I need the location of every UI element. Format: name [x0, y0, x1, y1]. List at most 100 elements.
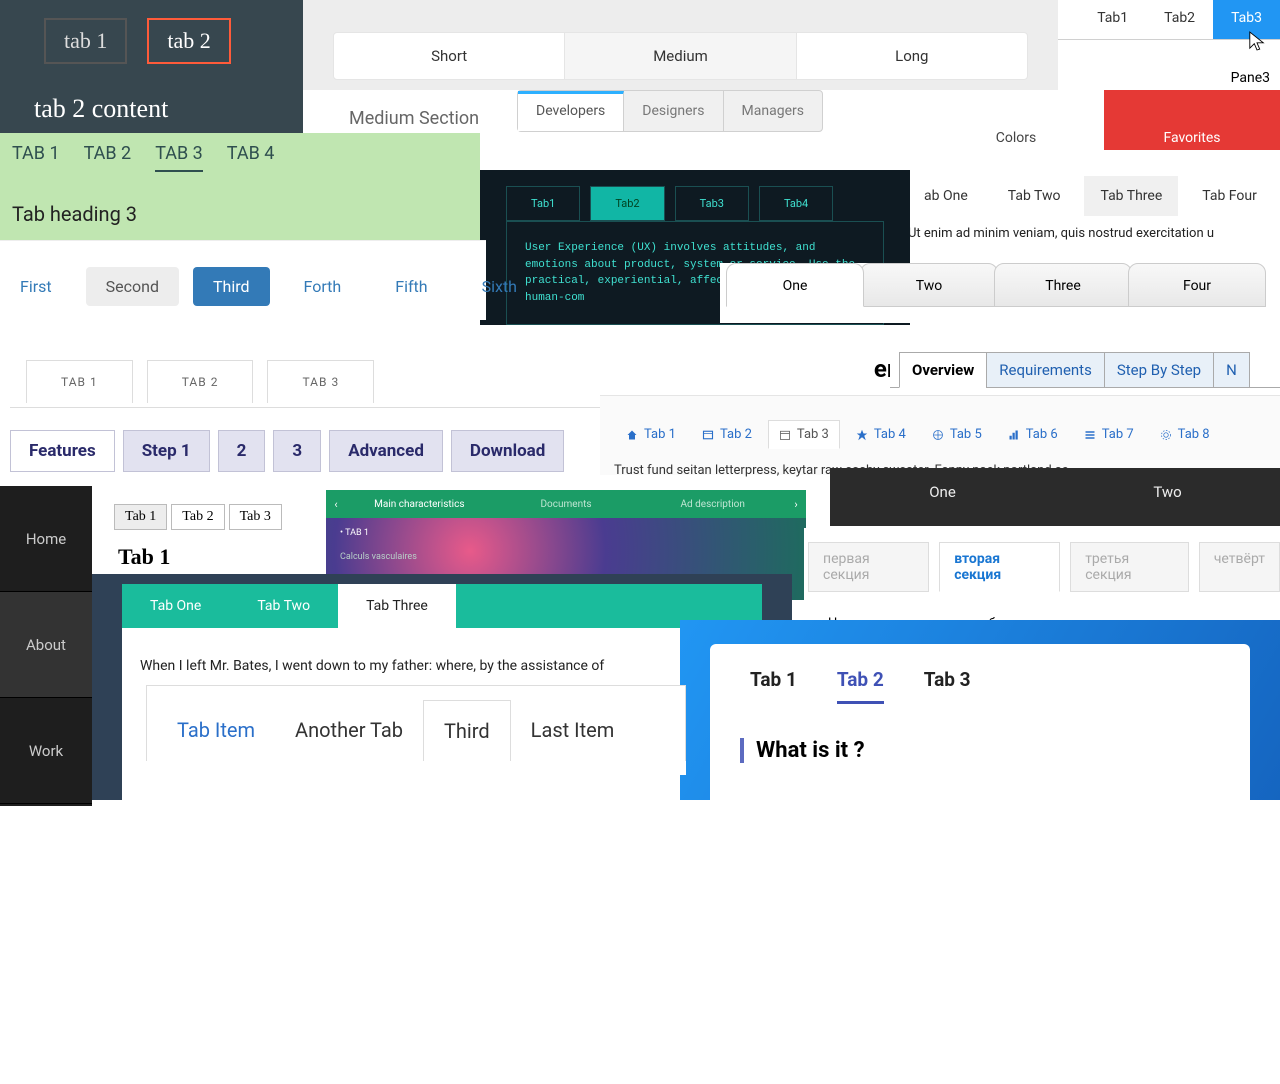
tab-colors[interactable]: Colors	[928, 90, 1104, 150]
globe-icon	[932, 429, 944, 441]
tab-forth[interactable]: Forth	[284, 267, 362, 306]
tab-main[interactable]: Main characteristics	[346, 499, 493, 510]
tab-three[interactable]: Tab Three	[338, 584, 456, 628]
panel-vertical-nav: Home About Work	[0, 486, 92, 806]
star-icon	[856, 429, 868, 441]
tab-two[interactable]: Tab Two	[992, 176, 1077, 216]
tab-1[interactable]: TAB 1	[26, 360, 133, 403]
tab-4[interactable]: Tab 4	[846, 420, 916, 449]
tab-three[interactable]: Tab Three	[1084, 176, 1178, 216]
tab-designers[interactable]: Designers	[624, 91, 723, 131]
tab-section-3[interactable]: третья секция	[1070, 542, 1189, 592]
tab-developers[interactable]: Developers	[518, 91, 624, 131]
tab-second[interactable]: Second	[86, 267, 179, 306]
tab-2[interactable]: Tab 2	[837, 668, 884, 704]
tab-one[interactable]: One	[726, 263, 864, 307]
tab-5[interactable]: Tab 5	[922, 420, 992, 449]
tab-3[interactable]: Tab 3	[229, 504, 282, 530]
tab-three[interactable]: Three	[994, 263, 1132, 307]
tab-item[interactable]: Tab Item	[157, 700, 275, 761]
tab-one[interactable]: One	[830, 468, 1055, 526]
tab-1[interactable]: tab 1	[44, 18, 127, 64]
cursor-icon	[1248, 30, 1266, 52]
tab-2[interactable]: 2	[218, 430, 266, 472]
tab-n[interactable]: N	[1213, 352, 1250, 388]
tab-2[interactable]: TAB 2	[84, 143, 132, 172]
tab-3[interactable]: Tab 3	[768, 420, 840, 449]
window-icon	[702, 429, 714, 441]
tab-two[interactable]: Two	[860, 263, 998, 307]
panel-overview: Overview Requirements Step By Step N	[890, 344, 1280, 388]
tab-managers[interactable]: Managers	[724, 91, 822, 131]
panel-colors: Colors Favorites	[928, 90, 1280, 170]
tab-four[interactable]: Tab Four	[1186, 176, 1273, 216]
tab-download[interactable]: Download	[451, 430, 564, 472]
panel-dark-one-two: One Two	[830, 468, 1280, 526]
tab-step-by-step[interactable]: Step By Step	[1104, 352, 1214, 388]
tab-4[interactable]: TAB 4	[227, 143, 275, 172]
tab-documents[interactable]: Documents	[493, 499, 640, 510]
tab-fifth[interactable]: Fifth	[375, 267, 447, 306]
panel-tab-one-four: ab One Tab Two Tab Three Tab Four Ut eni…	[908, 176, 1280, 256]
tab-tab2[interactable]: Tab2	[1146, 0, 1213, 39]
chevron-left-icon[interactable]: ‹	[326, 498, 346, 511]
tab-first[interactable]: First	[0, 267, 72, 306]
tab-requirements[interactable]: Requirements	[986, 352, 1105, 388]
tab-3[interactable]: Tab 3	[924, 668, 971, 704]
tab-section-4[interactable]: четвёрт	[1199, 542, 1280, 592]
tab-heading: Tab 1	[118, 544, 320, 570]
tab-tab3[interactable]: Tab3	[1213, 0, 1280, 39]
tab-four[interactable]: Four	[1128, 263, 1266, 307]
tab-ad[interactable]: Ad description	[639, 499, 786, 510]
panel-boxed-tabs: tab 1 tab 2 tab 2 content	[0, 0, 303, 133]
nav-about[interactable]: About	[0, 592, 92, 698]
tab-1[interactable]: Tab 1	[616, 420, 686, 449]
nav-home[interactable]: Home	[0, 486, 92, 592]
tab-8[interactable]: Tab 8	[1150, 420, 1220, 449]
tab-another[interactable]: Another Tab	[275, 700, 423, 761]
tab-3[interactable]: 3	[273, 430, 321, 472]
tab-2[interactable]: Tab 2	[692, 420, 762, 449]
tab-4[interactable]: Tab4	[759, 186, 833, 221]
tab-3[interactable]: TAB 3	[155, 143, 203, 172]
heading: What is it ?	[740, 738, 1250, 763]
chevron-right-icon[interactable]: ›	[786, 498, 806, 511]
tab-1[interactable]: Tab 1	[114, 504, 167, 530]
tab-advanced[interactable]: Advanced	[329, 430, 443, 472]
tab-2[interactable]: Tab 2	[171, 504, 224, 530]
tab-one[interactable]: Tab One	[122, 584, 229, 628]
nav-work[interactable]: Work	[0, 698, 92, 804]
panel-green-tabs: TAB 1 TAB 2 TAB 3 TAB 4 Tab heading 3	[0, 133, 480, 240]
tab-1[interactable]: Tab1	[506, 186, 580, 221]
tab-2[interactable]: tab 2	[147, 18, 230, 64]
tab-2[interactable]: Tab2	[590, 186, 664, 221]
tab-step1[interactable]: Step 1	[123, 430, 210, 472]
tab-3[interactable]: Tab3	[675, 186, 749, 221]
tab-two[interactable]: Tab Two	[229, 584, 338, 628]
panel-what-is-it: Tab 1 Tab 2 Tab 3 What is it ?	[680, 620, 1280, 800]
tab-one[interactable]: ab One	[908, 176, 984, 216]
panel-lengths: Short Medium Long	[303, 0, 1058, 90]
tab-1[interactable]: Tab 1	[750, 668, 797, 704]
panel-russian: первая секция вторая секция третья секци…	[804, 528, 1280, 628]
tab-medium[interactable]: Medium	[565, 33, 796, 79]
tab-two[interactable]: Two	[1055, 468, 1280, 526]
tab-6[interactable]: Tab 6	[998, 420, 1068, 449]
tab-features[interactable]: Features	[10, 430, 115, 472]
tab-third[interactable]: Third	[193, 267, 270, 306]
tab-3[interactable]: TAB 3	[267, 360, 374, 403]
tab-third[interactable]: Third	[423, 700, 511, 761]
tab-tab1[interactable]: Tab1	[1079, 0, 1146, 39]
tab-overview[interactable]: Overview	[899, 352, 987, 388]
tab-1[interactable]: TAB 1	[12, 143, 60, 172]
tab-2[interactable]: TAB 2	[147, 360, 254, 403]
tab-long[interactable]: Long	[797, 33, 1027, 79]
tab-sixth[interactable]: Sixth	[462, 267, 537, 306]
tab-content: tab 2 content	[34, 94, 289, 124]
tab-short[interactable]: Short	[334, 33, 565, 79]
tab-section-2[interactable]: вторая секция	[939, 542, 1060, 592]
tab-7[interactable]: Tab 7	[1074, 420, 1144, 449]
tab-favorites[interactable]: Favorites	[1104, 90, 1280, 150]
tab-last[interactable]: Last Item	[511, 700, 635, 761]
tab-section-1[interactable]: первая секция	[808, 542, 929, 592]
